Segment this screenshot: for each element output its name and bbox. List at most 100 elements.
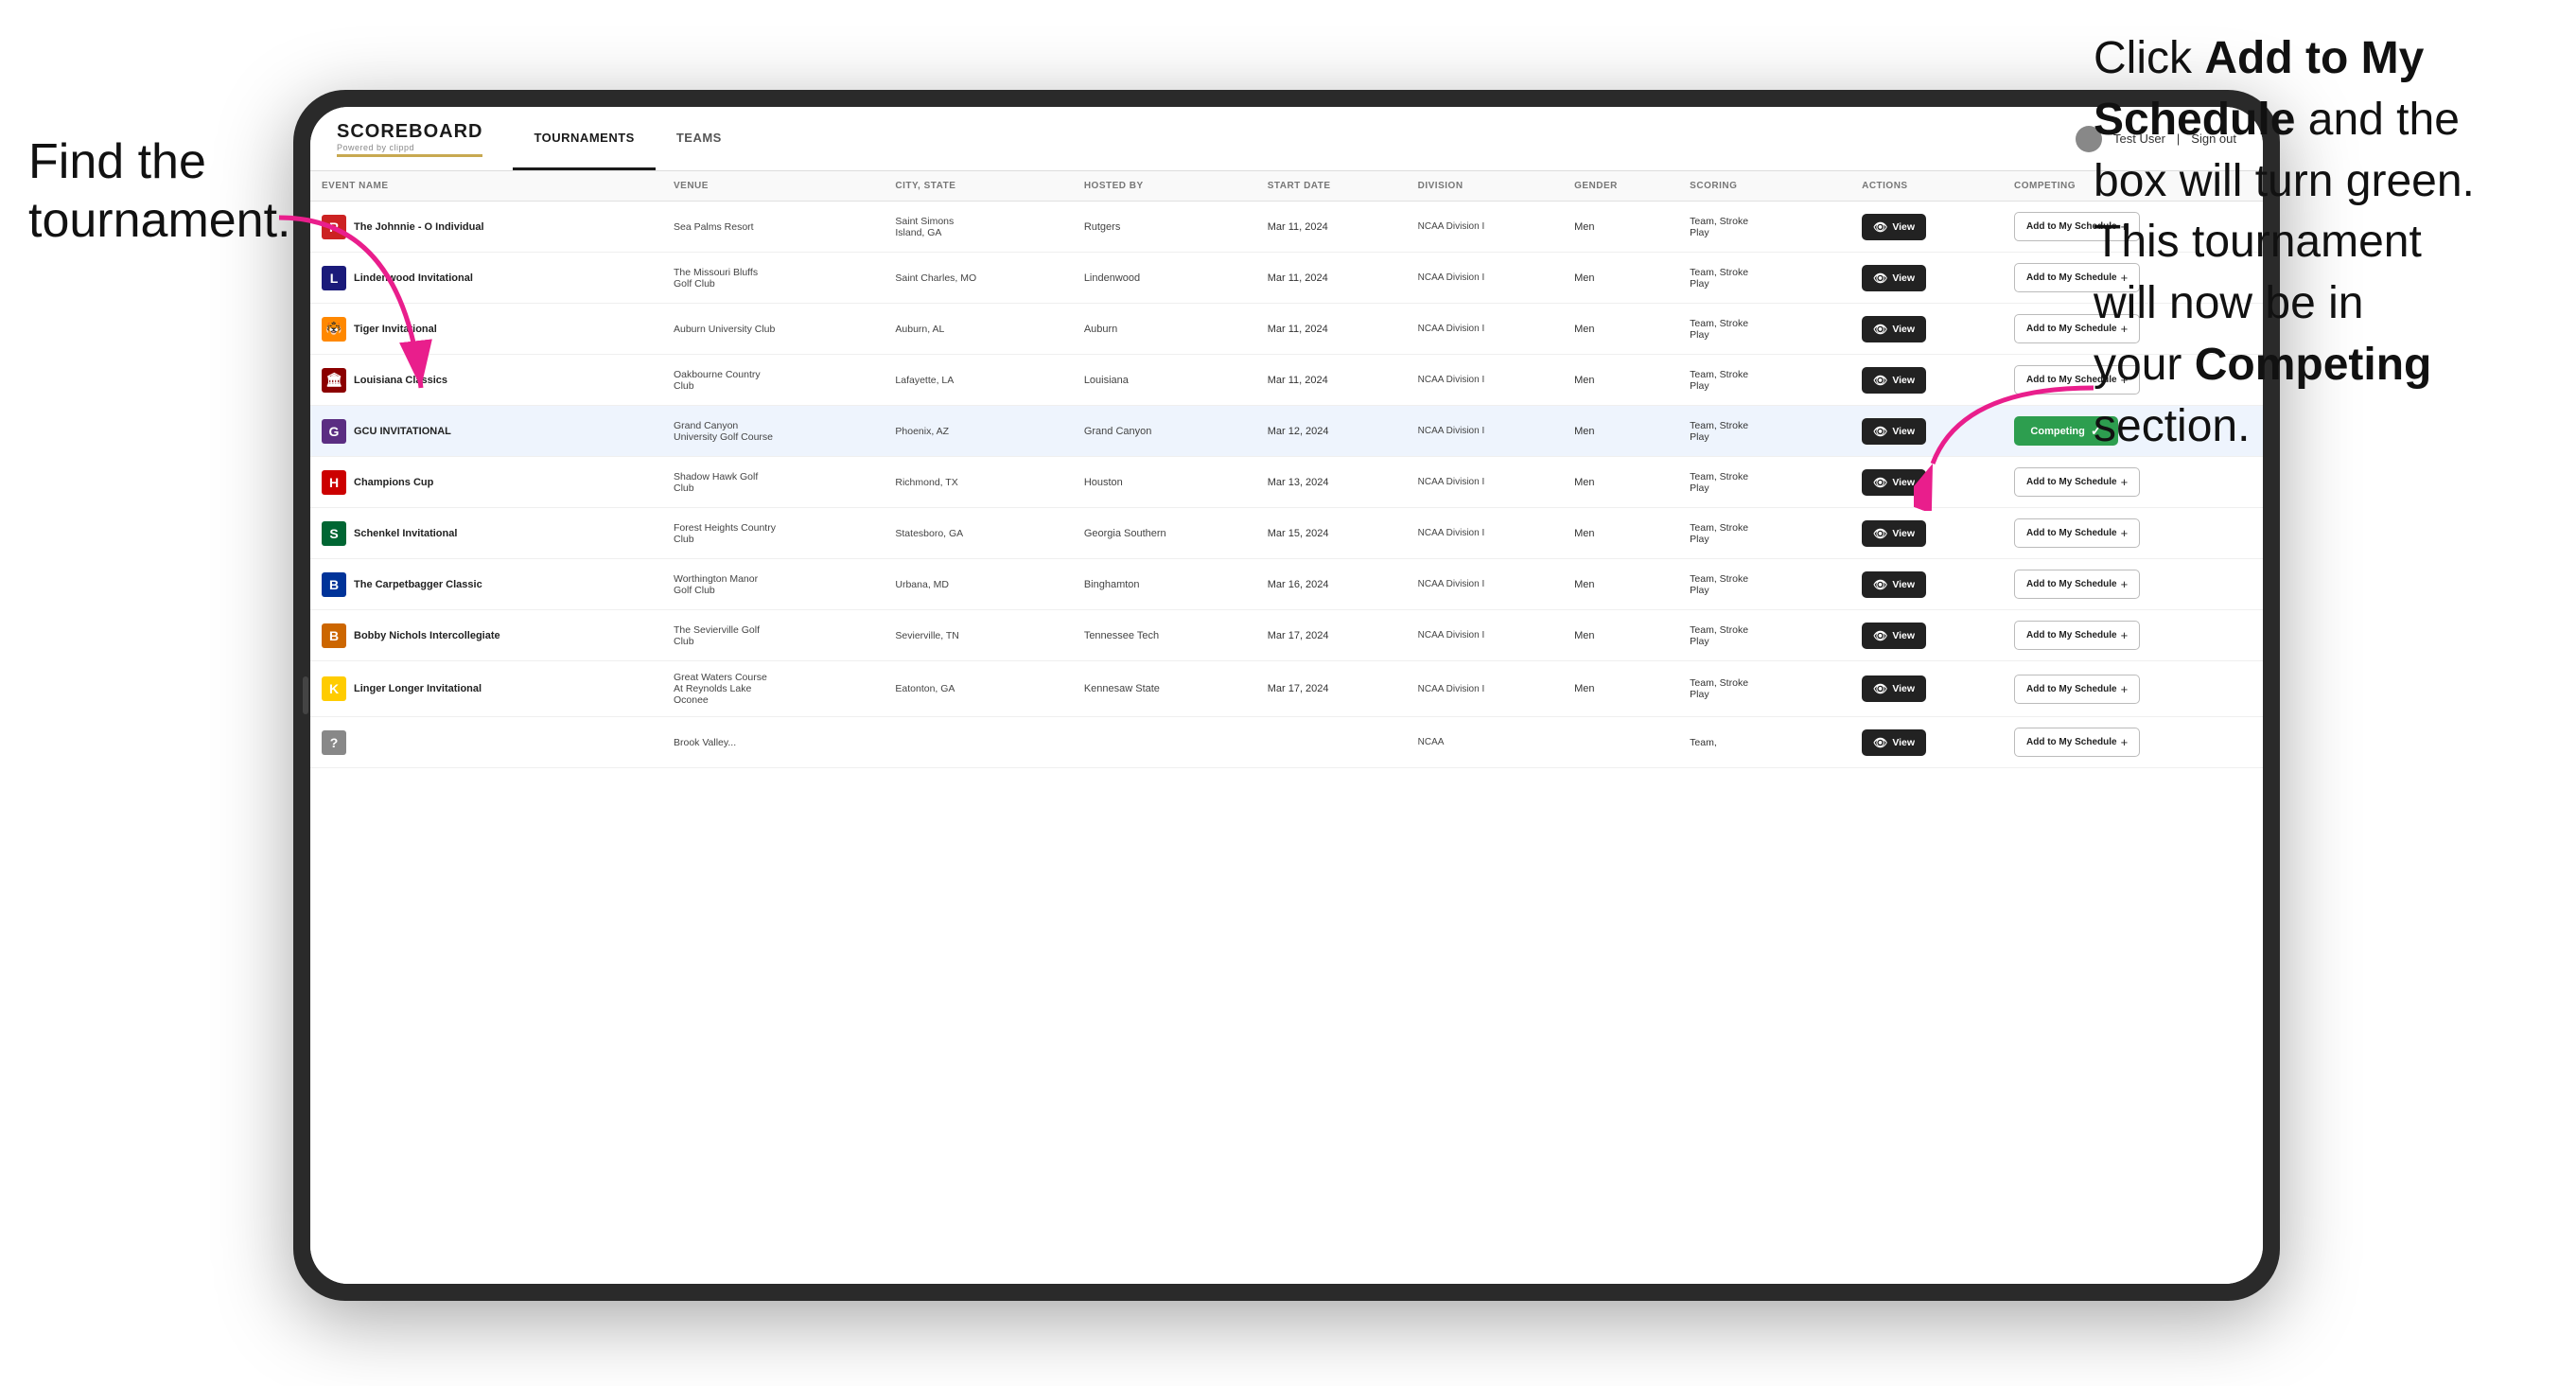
gender-cell: Men	[1563, 202, 1678, 253]
actions-cell: 👁 View	[1850, 355, 2003, 406]
actions-cell: 👁 View	[1850, 202, 2003, 253]
division-cell: NCAA	[1407, 717, 1563, 768]
eye-icon: 👁	[1873, 629, 1887, 642]
eye-icon: 👁	[1873, 425, 1887, 438]
competing-cell: Add to My Schedule +	[2003, 661, 2263, 717]
table-row: B The Carpetbagger Classic Worthington M…	[310, 559, 2263, 610]
plus-icon: +	[2121, 735, 2129, 749]
view-button[interactable]: 👁 View	[1862, 469, 1926, 496]
table-header-row: EVENT NAME VENUE CITY, STATE HOSTED BY S…	[310, 171, 2263, 202]
table-row: 🐯 Tiger Invitational Auburn University C…	[310, 304, 2263, 355]
event-name-cell: H Champions Cup	[310, 457, 662, 508]
table-row: ? Brook Valley...NCAATeam,👁 ViewAdd to M…	[310, 717, 2263, 768]
actions-cell: 👁 View	[1850, 610, 2003, 661]
add-schedule-label: Add to My Schedule	[2026, 737, 2117, 747]
division-cell: NCAA Division I	[1407, 610, 1563, 661]
venue-cell: Shadow Hawk Golf Club	[662, 457, 884, 508]
view-button[interactable]: 👁 View	[1862, 265, 1926, 291]
event-name-cell: 🏛 Louisiana Classics	[310, 355, 662, 406]
table-row: G GCU INVITATIONAL Grand Canyon Universi…	[310, 406, 2263, 457]
tablet-screen: SCOREBOARD Powered by clippd TOURNAMENTS…	[310, 107, 2263, 1284]
hosted-cell	[1073, 717, 1256, 768]
city-cell: Richmond, TX	[884, 457, 1072, 508]
gender-cell	[1563, 717, 1678, 768]
eye-icon: 👁	[1873, 736, 1887, 749]
plus-icon: +	[2121, 682, 2129, 696]
view-button[interactable]: 👁 View	[1862, 675, 1926, 702]
view-button[interactable]: 👁 View	[1862, 623, 1926, 649]
view-button[interactable]: 👁 View	[1862, 571, 1926, 598]
event-name-text: Tiger Invitational	[354, 324, 437, 335]
view-button[interactable]: 👁 View	[1862, 418, 1926, 445]
event-name-text: GCU INVITATIONAL	[354, 426, 451, 437]
date-cell: Mar 12, 2024	[1256, 406, 1407, 457]
venue-cell: Forest Heights Country Club	[662, 508, 884, 559]
tab-teams[interactable]: TEAMS	[656, 107, 743, 170]
city-cell: Saint Charles, MO	[884, 253, 1072, 304]
add-to-schedule-button[interactable]: Add to My Schedule+	[2014, 518, 2140, 548]
scoring-cell: Team, Stroke Play	[1678, 355, 1850, 406]
tournaments-table: EVENT NAME VENUE CITY, STATE HOSTED BY S…	[310, 171, 2263, 768]
team-logo: 🐯	[322, 317, 346, 342]
tournaments-table-container: EVENT NAME VENUE CITY, STATE HOSTED BY S…	[310, 171, 2263, 1284]
view-button[interactable]: 👁 View	[1862, 729, 1926, 756]
annotation-left: Find thetournament.	[28, 132, 291, 251]
add-schedule-label: Add to My Schedule	[2026, 684, 2117, 694]
add-to-schedule-button[interactable]: Add to My Schedule+	[2014, 467, 2140, 497]
add-to-schedule-button[interactable]: Add to My Schedule+	[2014, 621, 2140, 650]
actions-cell: 👁 View	[1850, 559, 2003, 610]
scoring-cell: Team, Stroke Play	[1678, 661, 1850, 717]
venue-cell: Great Waters Course At Reynolds Lake Oco…	[662, 661, 884, 717]
event-name-cell: ?	[310, 717, 662, 768]
venue-cell: Brook Valley...	[662, 717, 884, 768]
gender-cell: Men	[1563, 253, 1678, 304]
plus-icon: +	[2121, 628, 2129, 642]
tab-tournaments[interactable]: TOURNAMENTS	[513, 107, 655, 170]
plus-icon: +	[2121, 475, 2129, 489]
col-event-name: EVENT NAME	[310, 171, 662, 202]
city-cell: Eatonton, GA	[884, 661, 1072, 717]
city-cell: Sevierville, TN	[884, 610, 1072, 661]
hosted-cell: Houston	[1073, 457, 1256, 508]
event-name-cell: B The Carpetbagger Classic	[310, 559, 662, 610]
col-actions: ACTIONS	[1850, 171, 2003, 202]
hosted-cell: Binghamton	[1073, 559, 1256, 610]
competing-cell: Add to My Schedule+	[2003, 508, 2263, 559]
gender-cell: Men	[1563, 457, 1678, 508]
division-cell: NCAA Division I	[1407, 202, 1563, 253]
view-button[interactable]: 👁 View	[1862, 316, 1926, 342]
team-logo: B	[322, 623, 346, 648]
col-division: DIVISION	[1407, 171, 1563, 202]
add-to-schedule-button[interactable]: Add to My Schedule +	[2014, 728, 2140, 757]
team-logo: R	[322, 215, 346, 239]
division-cell: NCAA Division I	[1407, 304, 1563, 355]
city-cell: Auburn, AL	[884, 304, 1072, 355]
team-logo: L	[322, 266, 346, 290]
team-logo: B	[322, 572, 346, 597]
city-cell: Urbana, MD	[884, 559, 1072, 610]
event-name-cell: 🐯 Tiger Invitational	[310, 304, 662, 355]
eye-icon: 👁	[1873, 323, 1887, 336]
tablet-frame: SCOREBOARD Powered by clippd TOURNAMENTS…	[293, 90, 2280, 1301]
division-cell: NCAA Division I	[1407, 457, 1563, 508]
city-cell: Statesboro, GA	[884, 508, 1072, 559]
scoring-cell: Team, Stroke Play	[1678, 304, 1850, 355]
competing-label: Competing	[2030, 426, 2084, 437]
view-button[interactable]: 👁 View	[1862, 214, 1926, 240]
actions-cell: 👁 View	[1850, 717, 2003, 768]
scoring-cell: Team, Stroke Play	[1678, 559, 1850, 610]
division-cell: NCAA Division I	[1407, 559, 1563, 610]
col-city-state: CITY, STATE	[884, 171, 1072, 202]
col-scoring: SCORING	[1678, 171, 1850, 202]
event-name-text: Bobby Nichols Intercollegiate	[354, 630, 500, 641]
hosted-cell: Grand Canyon	[1073, 406, 1256, 457]
view-button[interactable]: 👁 View	[1862, 520, 1926, 547]
competing-cell: Add to My Schedule+	[2003, 559, 2263, 610]
event-name-cell: S Schenkel Invitational	[310, 508, 662, 559]
add-to-schedule-button[interactable]: Add to My Schedule +	[2014, 675, 2140, 704]
add-to-schedule-button[interactable]: Add to My Schedule+	[2014, 570, 2140, 599]
team-logo: H	[322, 470, 346, 495]
date-cell: Mar 13, 2024	[1256, 457, 1407, 508]
view-button[interactable]: 👁 View	[1862, 367, 1926, 394]
hosted-cell: Kennesaw State	[1073, 661, 1256, 717]
